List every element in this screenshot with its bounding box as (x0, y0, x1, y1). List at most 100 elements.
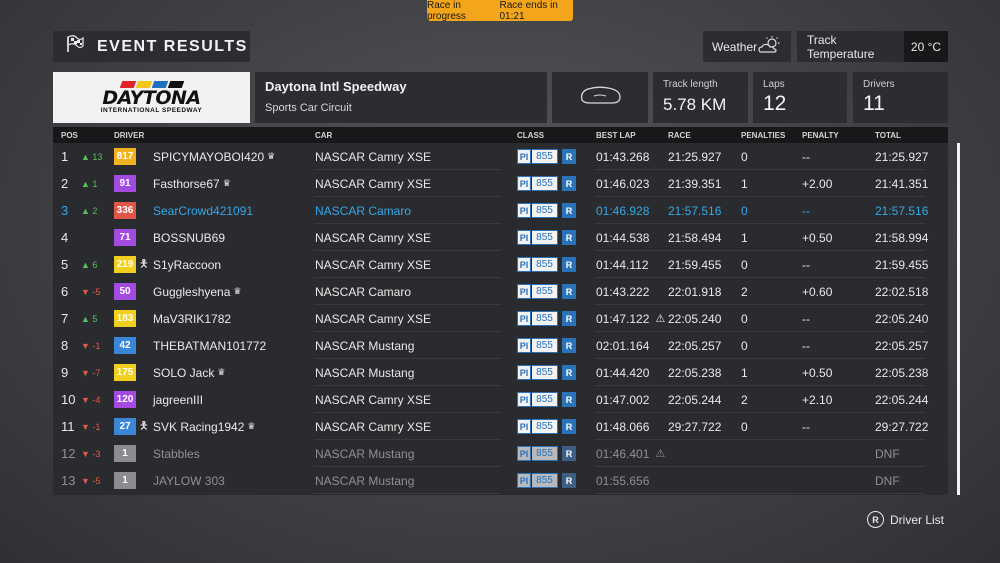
col-car: CAR (315, 131, 333, 140)
race-time: 22:05.244 (668, 392, 722, 407)
best-lap: 02:01.164 (596, 332, 649, 359)
driver-name[interactable]: JAYLOW 303 (153, 467, 225, 494)
pi-value: 855 (532, 311, 558, 326)
driver-name[interactable]: BOSSNUB69 (153, 224, 225, 251)
pi-value: 855 (532, 149, 558, 164)
driver-rating-badge: 1 (114, 445, 136, 462)
track-length-panel: Track length 5.78 KM (653, 72, 748, 123)
race-time: 21:57.516 (668, 203, 722, 218)
position-change: ▼ -1 (81, 340, 101, 351)
penalty-time: -- (802, 311, 810, 326)
best-lap: 01:44.420 (596, 359, 649, 386)
table-row[interactable]: 12 ▼ -3 1 Stabbles NASCAR Mustang PI 855 R 01:46… (53, 440, 933, 467)
table-row[interactable]: 2 ▲ 1 91 Fasthorse67 ♛ NASCAR Camry XSE PI 855 R… (53, 170, 933, 197)
car-name: NASCAR Mustang (315, 446, 415, 461)
table-row[interactable]: 6 ▼ -5 50 Guggleshyena ♛ NASCAR Camaro PI 855 R 0… (53, 278, 933, 305)
penalties-count: 0 (741, 203, 748, 218)
table-row[interactable]: 5 ▲ 6 219 🯅 S1yRaccoon NASCAR Camry XSE PI 855 R… (53, 251, 933, 278)
table-row[interactable]: 9 ▼ -7 175 SOLO Jack ♛ NASCAR Mustang PI 855 R 01… (53, 359, 933, 386)
driver-list-button[interactable]: R Driver List (867, 511, 944, 528)
race-time: 22:05.240 (668, 311, 722, 326)
class-badge: PI 855 R (517, 386, 576, 413)
col-class: CLASS (517, 131, 545, 140)
penalty-time: -- (802, 419, 810, 434)
laps-value: 12 (763, 92, 787, 115)
col-race: RACE (668, 131, 691, 140)
position: 7 (61, 311, 69, 326)
class-badge: PI 855 R (517, 305, 576, 332)
class-badge: PI 855 R (517, 440, 576, 467)
class-letter: R (562, 365, 576, 380)
track-temperature-value: 20 °C (904, 31, 948, 62)
best-lap: 01:43.268 (596, 143, 649, 170)
person-icon: 🯅 (139, 258, 149, 270)
table-row[interactable]: 10 ▼ -4 120 jagreenIII NASCAR Camry XSE PI 855… (53, 386, 933, 413)
driver-rating-badge: 42 (114, 337, 136, 354)
results-table-header: POS DRIVER CAR CLASS BEST LAP RACE PENAL… (53, 127, 948, 143)
class-badge: PI 855 R (517, 197, 576, 224)
pi-label: PI (517, 311, 531, 326)
position: 3 (61, 203, 69, 218)
position: 5 (61, 257, 69, 272)
track-name: Daytona Intl Speedway (265, 79, 407, 94)
class-letter: R (562, 419, 576, 434)
driver-name[interactable]: SearCrowd421091 (153, 197, 253, 224)
class-badge: PI 855 R (517, 332, 576, 359)
class-letter: R (562, 392, 576, 407)
track-map-panel (552, 72, 648, 123)
driver-name[interactable]: SOLO Jack ♛ (153, 359, 225, 386)
penalties-count: 2 (741, 392, 748, 407)
penalty-time: +0.50 (802, 365, 833, 380)
table-row[interactable]: 8 ▼ -1 42 THEBATMAN101772 NASCAR Mustang PI 85… (53, 332, 933, 359)
total-time: 22:05.257 (875, 338, 929, 353)
penalty-time: -- (802, 203, 810, 218)
driver-name[interactable]: THEBATMAN101772 (153, 332, 266, 359)
table-row[interactable]: 1 ▲ 13 817 SPICYMAYOBOI420 ♛ NASCAR Camry XSE… (53, 143, 933, 170)
position: 13 (61, 473, 76, 488)
table-row[interactable]: 11 ▼ -1 27 🯅 SVK Racing1942 ♛ NASCAR Camry XSE… (53, 413, 933, 440)
results-scrollbar[interactable] (957, 143, 960, 495)
pi-label: PI (517, 284, 531, 299)
row-divider (314, 493, 501, 494)
track-map-icon (576, 82, 624, 113)
driver-name[interactable]: SVK Racing1942 ♛ (153, 413, 255, 440)
class-letter: R (562, 284, 576, 299)
driver-name[interactable]: Fasthorse67 ♛ (153, 170, 231, 197)
best-lap: 01:48.066 (596, 413, 649, 440)
table-row[interactable]: 7 ▲ 5 183 MaV3RIK1782 NASCAR Camry XSE PI 855 R… (53, 305, 933, 332)
driver-name-text: SOLO Jack (153, 365, 215, 380)
best-lap: 01:46.023 (596, 170, 649, 197)
driver-name[interactable]: jagreenIII (153, 386, 203, 413)
driver-name[interactable]: SPICYMAYOBOI420 ♛ (153, 143, 275, 170)
position-change: ▲ 5 (81, 313, 98, 324)
table-row[interactable]: 13 ▼ -5 1 JAYLOW 303 NASCAR Mustang PI 855 R 01:… (53, 467, 933, 494)
driver-name[interactable]: MaV3RIK1782 (153, 305, 231, 332)
best-lap-text: 01:46.928 (596, 203, 650, 218)
driver-name-text: MaV3RIK1782 (153, 311, 232, 326)
race-time: 21:58.494 (668, 230, 722, 245)
table-row[interactable]: 3 ▲ 2 336 SearCrowd421091 NASCAR Camaro PI 855… (53, 197, 933, 224)
driver-name-text: JAYLOW 303 (153, 473, 225, 488)
position-change: ▼ -5 (81, 286, 101, 297)
event-results-header: EVENT RESULTS (53, 31, 250, 62)
driver-name[interactable]: S1yRaccoon (153, 251, 221, 278)
total-time: DNF (875, 473, 900, 488)
best-lap-text: 01:46.401 (596, 446, 650, 461)
pi-label: PI (517, 446, 531, 461)
penalties-count: 1 (741, 176, 748, 191)
race-countdown-text: Race ends in 01:21 (499, 0, 558, 22)
best-lap-text: 01:43.268 (596, 149, 650, 164)
class-letter: R (562, 338, 576, 353)
class-letter: R (562, 176, 576, 191)
position-change: ▲ 1 (81, 178, 98, 189)
driver-name-text: Stabbles (153, 446, 200, 461)
table-row[interactable]: 4 71 BOSSNUB69 NASCAR Camry XSE PI 855 R 01:44.… (53, 224, 933, 251)
position-change: ▼ -1 (81, 421, 101, 432)
class-badge: PI 855 R (517, 413, 576, 440)
race-time: 22:05.238 (668, 365, 722, 380)
driver-name[interactable]: Stabbles (153, 440, 200, 467)
pi-label: PI (517, 203, 531, 218)
pi-label: PI (517, 257, 531, 272)
driver-name-text: SVK Racing1942 (153, 419, 245, 434)
driver-name[interactable]: Guggleshyena ♛ (153, 278, 241, 305)
